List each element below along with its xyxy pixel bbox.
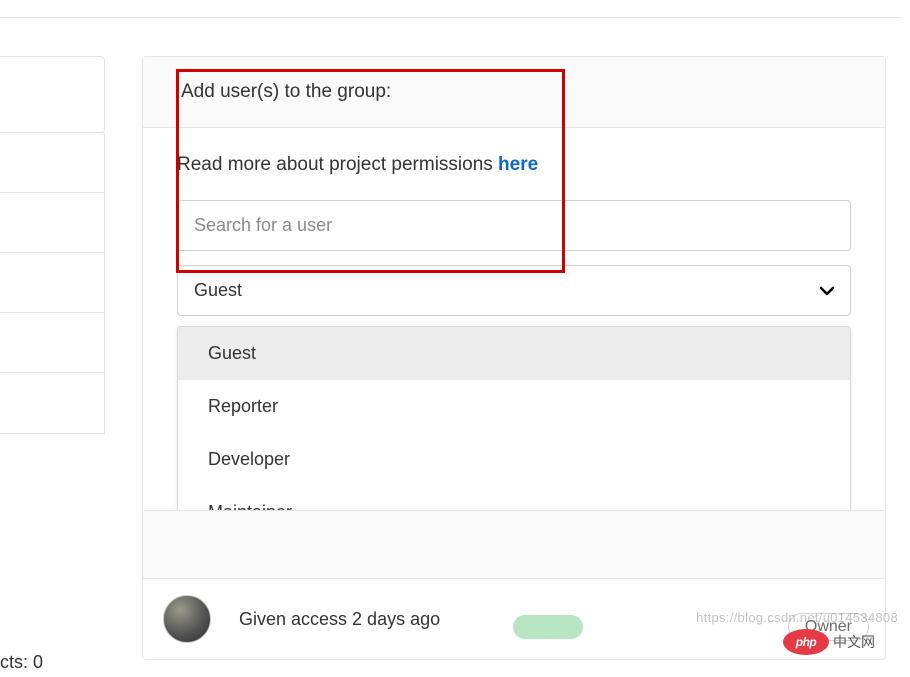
avatar[interactable] [163,595,211,643]
member-access-text: Given access 2 days ago [239,609,440,630]
sidebar-list-item[interactable] [0,193,104,253]
permissions-text: Read more about project permissions here [177,154,851,176]
label-pill [513,615,583,639]
member-panel-header [143,511,885,579]
watermark-url: https://blog.csdn.net/u014534808 [696,610,898,625]
watermark-php: php中文网 [783,629,875,655]
role-option-guest[interactable]: Guest [178,327,850,380]
member-list-panel: Given access 2 days ago Owner [142,510,886,660]
php-logo-icon: php [783,629,829,655]
sidebar-list-item[interactable] [0,133,104,193]
permissions-link[interactable]: here [498,154,538,175]
sidebar-list-item[interactable] [0,253,104,313]
search-user-input[interactable] [177,200,851,251]
role-select-value: Guest [194,280,242,301]
top-divider [0,17,900,18]
chevron-down-icon [820,283,834,299]
sidebar-list [0,133,105,434]
sidebar-partial [0,56,105,434]
sidebar-box [0,56,105,133]
role-option-reporter[interactable]: Reporter [178,380,850,433]
sidebar-stats-text: cts: 0 [0,652,43,673]
panel-header: Add user(s) to the group: [143,57,885,128]
watermark-php-text: 中文网 [833,634,875,650]
role-select[interactable]: Guest [177,265,851,316]
permissions-label: Read more about project permissions [177,154,498,175]
sidebar-list-item[interactable] [0,313,104,373]
sidebar-list-item[interactable] [0,373,104,433]
role-option-developer[interactable]: Developer [178,433,850,486]
